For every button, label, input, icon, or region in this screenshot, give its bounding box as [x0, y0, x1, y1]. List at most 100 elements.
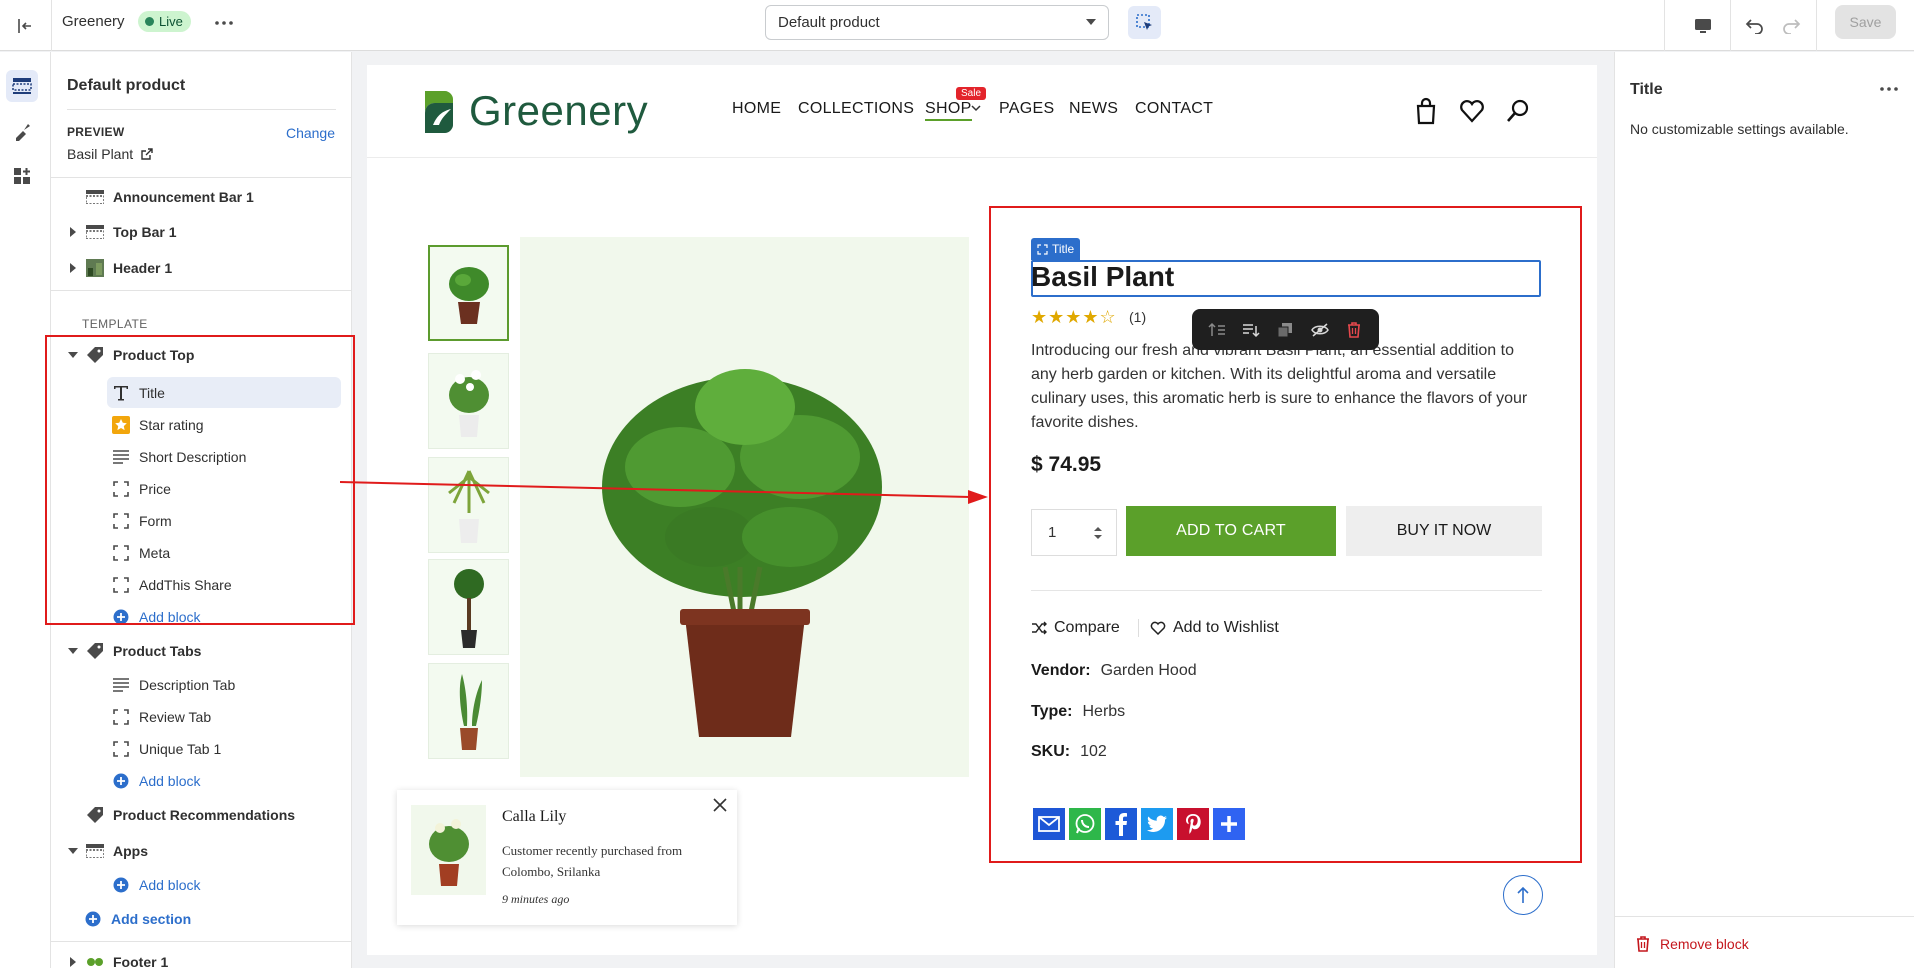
sections-icon[interactable] [6, 70, 38, 102]
close-icon[interactable] [711, 796, 729, 814]
popup-message: Customer recently purchased from Colombo… [502, 843, 683, 879]
section-label: Top Bar 1 [113, 224, 177, 240]
store-name: Greenery [62, 13, 125, 30]
product-thumbnail[interactable] [428, 245, 509, 341]
inspector-toggle-icon[interactable] [1128, 6, 1161, 39]
search-icon[interactable] [1505, 97, 1531, 125]
app-embeds-icon[interactable] [6, 160, 38, 192]
section-layout-icon [85, 841, 105, 861]
basil-plant-image [448, 267, 489, 324]
trash-icon [1637, 936, 1649, 952]
section-announcement-bar[interactable]: Announcement Bar 1 [67, 183, 254, 211]
logo-text: Greenery [469, 87, 649, 134]
chevron-right-icon[interactable] [67, 226, 79, 238]
preview-label: PREVIEW [67, 125, 125, 139]
divider [51, 177, 351, 178]
chevron-down-icon [1086, 19, 1096, 25]
chevron-right-icon[interactable] [67, 956, 79, 968]
block-settings-panel: Title No customizable settings available… [1614, 52, 1914, 968]
divider [1730, 0, 1731, 51]
add-block-label: Add block [139, 877, 201, 893]
nav-contact[interactable]: CONTACT [1135, 100, 1213, 118]
highlight-box [45, 335, 355, 625]
nav-home[interactable]: HOME [732, 100, 781, 118]
header-divider [367, 157, 1597, 158]
section-label: Header 1 [113, 260, 173, 276]
block-description-tab[interactable]: Description Tab [111, 671, 235, 699]
product-thumbnail[interactable] [428, 559, 509, 655]
preview-item[interactable]: Basil Plant [67, 146, 153, 162]
block-frame-icon [111, 739, 131, 759]
tag-icon [85, 641, 105, 661]
product-thumbnail[interactable] [428, 353, 509, 449]
add-block-label: Add block [139, 773, 201, 789]
section-top-bar[interactable]: Top Bar 1 [67, 218, 177, 246]
product-thumbnail[interactable] [428, 663, 509, 759]
topiary-plant-image [453, 569, 484, 648]
top-bar: Greenery Live Default product Save [0, 0, 1914, 51]
chevron-right-icon[interactable] [67, 262, 79, 274]
store-logo[interactable]: Greenery [423, 87, 648, 135]
shopping-bag-icon[interactable] [1413, 97, 1439, 125]
undo-icon[interactable] [1740, 10, 1770, 40]
nav-collections[interactable]: COLLECTIONS [798, 100, 914, 118]
section-label: Product Recommendations [113, 807, 296, 823]
popup-product-name: Calla Lily [502, 808, 567, 825]
section-apps[interactable]: Apps [67, 837, 148, 865]
heart-icon[interactable] [1459, 97, 1485, 125]
add-block-button[interactable]: Add block [111, 871, 200, 899]
divider [51, 290, 351, 291]
status-badge: Live [138, 11, 191, 32]
settings-title: Title [1630, 81, 1663, 98]
section-label: Apps [113, 843, 148, 859]
section-product-tabs[interactable]: Product Tabs [67, 637, 201, 665]
block-frame-icon [111, 707, 131, 727]
chevron-down-icon [971, 105, 981, 112]
add-section-label: Add section [111, 911, 192, 927]
nav-pages[interactable]: PAGES [999, 100, 1054, 118]
block-unique-tab[interactable]: Unique Tab 1 [111, 735, 221, 763]
chevron-down-icon[interactable] [67, 845, 79, 857]
highlight-box [989, 206, 1582, 863]
redo-icon[interactable] [1776, 10, 1806, 40]
section-footer[interactable]: Footer 1 [67, 948, 168, 968]
section-header[interactable]: Header 1 [67, 254, 172, 282]
divider [67, 109, 336, 110]
save-button[interactable]: Save [1835, 5, 1896, 39]
more-actions-icon[interactable] [211, 12, 237, 34]
nav-news[interactable]: NEWS [1069, 100, 1118, 118]
nav-shop[interactable]: SHOP [925, 100, 972, 121]
status-label: Live [159, 14, 183, 29]
template-select[interactable]: Default product [765, 5, 1109, 40]
scroll-to-top-button[interactable] [1503, 875, 1543, 915]
more-actions-icon[interactable] [1878, 82, 1900, 96]
divider [1816, 0, 1817, 51]
icon-rail [0, 52, 51, 968]
sidebar-title: Default product [67, 77, 186, 94]
settings-message: No customizable settings available. [1630, 121, 1849, 137]
exit-icon[interactable] [10, 11, 40, 41]
divider [51, 941, 351, 942]
add-section-button[interactable]: Add section [83, 905, 191, 933]
popup-time: 9 minutes ago [502, 892, 570, 906]
add-block-button[interactable]: Add block [111, 767, 200, 795]
section-product-recommendations[interactable]: Product Recommendations [67, 801, 295, 829]
block-label: Description Tab [139, 677, 236, 693]
section-layout-icon [85, 222, 105, 242]
paragraph-icon [111, 675, 131, 695]
block-label: Unique Tab 1 [139, 741, 222, 757]
status-dot-icon [145, 17, 154, 26]
arrow-up-icon [1517, 886, 1529, 903]
remove-block-button[interactable]: Remove block [1636, 936, 1749, 952]
add-circle-icon [111, 875, 131, 895]
calla-lily-image [448, 370, 489, 437]
desktop-preview-icon[interactable] [1687, 10, 1719, 42]
add-circle-icon [83, 909, 103, 929]
change-preview-link[interactable]: Change [286, 125, 335, 141]
block-review-tab[interactable]: Review Tab [111, 703, 211, 731]
template-label: TEMPLATE [82, 317, 148, 331]
theme-settings-icon[interactable] [6, 116, 38, 148]
remove-block-label: Remove block [1660, 936, 1749, 952]
chevron-down-icon[interactable] [67, 645, 79, 657]
recent-purchase-popup[interactable]: Calla Lily Customer recently purchased f… [397, 790, 737, 925]
